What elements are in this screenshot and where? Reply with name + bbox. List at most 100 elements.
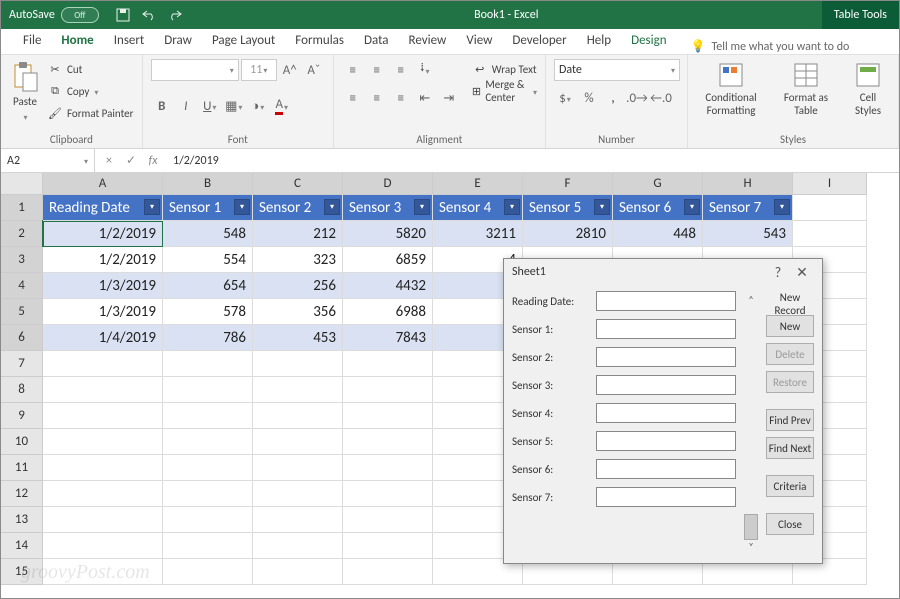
name-box[interactable]: A2 [1, 149, 95, 172]
formula-value[interactable]: 1/2/2019 [167, 154, 225, 168]
underline-button[interactable]: U [199, 95, 221, 117]
form-input-4[interactable] [596, 403, 736, 423]
redo-icon[interactable] [167, 7, 183, 23]
row-header[interactable]: 2 [1, 221, 43, 247]
cell[interactable] [343, 455, 433, 481]
cell[interactable] [163, 403, 253, 429]
align-right-icon[interactable]: ≡ [390, 87, 412, 109]
cell[interactable] [343, 429, 433, 455]
cell[interactable] [343, 351, 433, 377]
data-cell[interactable]: 543 [703, 221, 793, 247]
paste-button[interactable]: Paste [9, 59, 41, 125]
cell[interactable] [343, 507, 433, 533]
data-cell[interactable]: 256 [253, 273, 343, 299]
cell[interactable] [253, 429, 343, 455]
cell[interactable] [253, 559, 343, 585]
cell[interactable] [253, 351, 343, 377]
comma-format-icon[interactable]: , [602, 87, 624, 109]
filter-dropdown-icon[interactable] [324, 199, 340, 215]
number-format-combo[interactable]: Date [554, 59, 680, 81]
row-header[interactable]: 1 [1, 195, 43, 221]
data-cell[interactable]: 212 [253, 221, 343, 247]
row-header[interactable]: 8 [1, 377, 43, 403]
data-cell[interactable]: 1/2/2019 [43, 247, 163, 273]
cell[interactable] [43, 377, 163, 403]
row-header[interactable]: 3 [1, 247, 43, 273]
tab-formulas[interactable]: Formulas [285, 28, 354, 54]
cell[interactable] [163, 455, 253, 481]
cell[interactable] [43, 403, 163, 429]
undo-icon[interactable] [141, 7, 157, 23]
tab-draw[interactable]: Draw [154, 28, 202, 54]
dialog-titlebar[interactable]: Sheet1 ? ✕ [504, 259, 822, 285]
autosave-toggle[interactable]: AutoSave Off [1, 7, 107, 23]
increase-indent-icon[interactable]: ⇥ [438, 87, 460, 109]
table-header-cell[interactable]: Reading Date [43, 195, 163, 221]
row-header[interactable]: 9 [1, 403, 43, 429]
cell[interactable] [253, 481, 343, 507]
form-input-6[interactable] [596, 459, 736, 479]
bold-button[interactable]: B [151, 95, 173, 117]
data-cell[interactable]: 548 [163, 221, 253, 247]
data-cell[interactable]: 554 [163, 247, 253, 273]
row-header[interactable]: 7 [1, 351, 43, 377]
percent-format-icon[interactable]: % [578, 87, 600, 109]
table-header-cell[interactable]: Sensor 4 [433, 195, 523, 221]
row-header[interactable]: 13 [1, 507, 43, 533]
dialog-close-icon[interactable]: ✕ [790, 261, 814, 283]
filter-dropdown-icon[interactable] [504, 199, 520, 215]
border-button[interactable]: ▦ [223, 95, 245, 117]
data-cell[interactable]: 578 [163, 299, 253, 325]
fx-icon[interactable]: fx [143, 151, 163, 171]
filter-dropdown-icon[interactable] [684, 199, 700, 215]
font-name-combo[interactable] [151, 59, 239, 81]
increase-font-icon[interactable]: A^ [279, 59, 301, 81]
filter-dropdown-icon[interactable] [144, 199, 160, 215]
merge-center-button[interactable]: ⊞Merge & Center [472, 81, 537, 101]
cell[interactable] [253, 455, 343, 481]
cell[interactable] [253, 377, 343, 403]
filter-dropdown-icon[interactable] [234, 199, 250, 215]
cell[interactable] [163, 533, 253, 559]
form-input-1[interactable] [596, 319, 736, 339]
table-header-cell[interactable]: Sensor 5 [523, 195, 613, 221]
cell[interactable] [163, 351, 253, 377]
data-cell[interactable]: 1/2/2019 [43, 221, 163, 247]
cell[interactable] [163, 429, 253, 455]
table-header-cell[interactable]: Sensor 2 [253, 195, 343, 221]
cell[interactable] [163, 481, 253, 507]
filter-dropdown-icon[interactable] [774, 199, 790, 215]
cell-styles-button[interactable]: Cell Styles [846, 59, 890, 119]
align-top-icon[interactable]: ≡ [342, 59, 364, 81]
scroll-up-icon[interactable]: ˄ [748, 293, 753, 306]
column-header[interactable]: H [703, 173, 793, 195]
row-header[interactable]: 12 [1, 481, 43, 507]
data-cell[interactable]: 4432 [343, 273, 433, 299]
orientation-icon[interactable]: ⭭ [414, 59, 436, 81]
tab-home[interactable]: Home [51, 28, 103, 54]
cell[interactable] [43, 351, 163, 377]
format-painter-button[interactable]: 🖌Format Painter [47, 103, 133, 123]
data-cell[interactable]: 6859 [343, 247, 433, 273]
increase-decimal-icon[interactable]: .0→ [626, 87, 648, 109]
align-center-icon[interactable]: ≡ [366, 87, 388, 109]
font-size-combo[interactable]: 11 [241, 59, 277, 81]
column-header[interactable]: C [253, 173, 343, 195]
cell[interactable] [43, 481, 163, 507]
column-header[interactable]: I [793, 173, 867, 195]
tab-review[interactable]: Review [399, 28, 457, 54]
table-header-cell[interactable]: Sensor 6 [613, 195, 703, 221]
column-header[interactable]: D [343, 173, 433, 195]
cell[interactable] [793, 221, 867, 247]
filter-dropdown-icon[interactable] [594, 199, 610, 215]
wrap-text-button[interactable]: ↩Wrap Text [472, 59, 537, 79]
cell[interactable] [253, 507, 343, 533]
row-header[interactable]: 6 [1, 325, 43, 351]
column-header[interactable]: A [43, 173, 163, 195]
cell[interactable] [43, 507, 163, 533]
cell[interactable] [343, 533, 433, 559]
copy-button[interactable]: ⧉Copy [47, 81, 133, 101]
row-header[interactable]: 14 [1, 533, 43, 559]
data-cell[interactable]: 5820 [343, 221, 433, 247]
conditional-formatting-button[interactable]: Conditional Formatting [696, 59, 766, 119]
